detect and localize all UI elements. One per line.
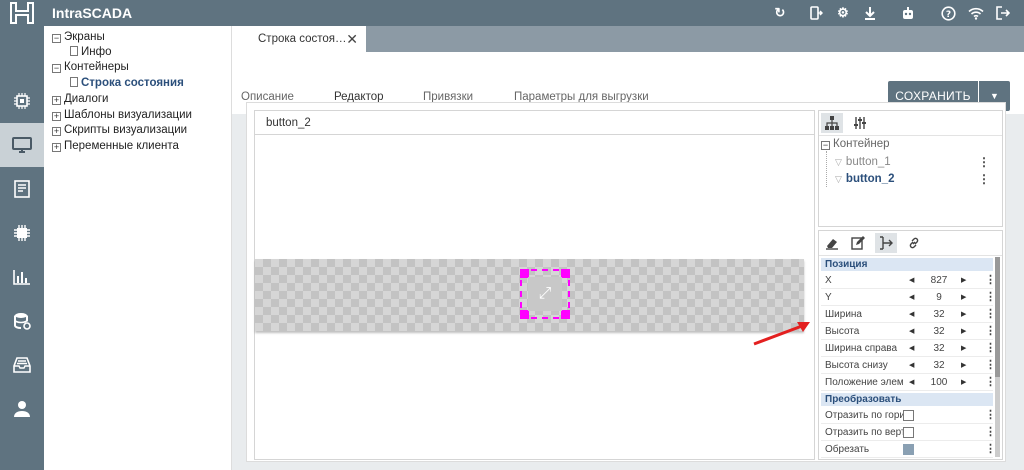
tab-bindings[interactable]: Привязки (423, 91, 473, 103)
save-dropdown-button[interactable]: ▼ (979, 81, 1010, 111)
expand-icon[interactable]: + (52, 143, 61, 152)
svg-text:?: ? (945, 10, 950, 20)
tree-item-templates[interactable]: + Шаблоны визуализации (52, 108, 192, 123)
gear-icon[interactable]: ⚙ (835, 5, 851, 21)
robot-icon[interactable] (900, 5, 916, 21)
download-icon[interactable] (862, 5, 878, 21)
document-tab[interactable]: Строка состоя… ✕ (232, 26, 366, 52)
logout-icon[interactable] (995, 5, 1011, 21)
tree-item-screens[interactable]: − Экраны (52, 30, 105, 45)
expand-icon[interactable]: + (52, 127, 61, 136)
help-icon[interactable]: ? (940, 5, 956, 21)
tree-item-status-bar[interactable]: Строка состояния (70, 76, 184, 91)
expand-icon[interactable]: + (52, 96, 61, 105)
collapse-icon[interactable]: − (52, 64, 61, 73)
close-icon[interactable]: ✕ (346, 31, 358, 48)
collapse-icon[interactable]: − (52, 34, 61, 43)
bar-chart-icon[interactable] (0, 255, 44, 299)
chip-icon[interactable] (0, 79, 44, 123)
active-tab-indicator (321, 112, 391, 114)
tree-item-dialogs[interactable]: + Диалоги (52, 92, 108, 107)
document-icon[interactable] (0, 167, 44, 211)
save-button[interactable]: СОХРАНИТЬ (888, 81, 978, 111)
tab-description[interactable]: Описание (241, 91, 294, 103)
processor-icon[interactable] (0, 211, 44, 255)
refresh-icon[interactable]: ↻ (772, 5, 788, 21)
expand-icon[interactable]: + (52, 112, 61, 121)
app-title: IntraSCADA (52, 5, 133, 21)
document-icon (70, 77, 78, 87)
left-navigation (0, 26, 44, 470)
tree-item-scripts[interactable]: + Скрипты визуализации (52, 123, 187, 138)
mobile-export-icon[interactable] (808, 5, 824, 21)
wifi-icon[interactable] (968, 5, 984, 21)
editor-subtabs: Описание Редактор Привязки Параметры для… (232, 52, 1024, 114)
user-icon[interactable] (0, 387, 44, 431)
tree-item-info[interactable]: Инфо (70, 45, 111, 60)
app-logo (0, 0, 44, 26)
tree-item-containers[interactable]: − Контейнеры (52, 60, 129, 75)
annotation-arrow-icon (753, 322, 810, 346)
monitor-icon[interactable] (0, 123, 44, 167)
document-tab-label: Строка состоя… (258, 33, 347, 45)
document-tab-strip: Строка состоя… ✕ (232, 26, 1024, 52)
chevron-down-icon: ▼ (990, 91, 999, 101)
inbox-tray-icon[interactable] (0, 343, 44, 387)
project-tree: − Экраны Инфо − Контейнеры Строка состояни… (44, 26, 232, 470)
document-icon (70, 46, 78, 56)
main-area: Строка состоя… ✕ Описание Редактор Привя… (232, 26, 1024, 470)
tab-export-parameters[interactable]: Параметры для выгрузки (514, 91, 649, 103)
tree-item-client-variables[interactable]: + Переменные клиента (52, 139, 179, 154)
database-gear-icon[interactable] (0, 299, 44, 343)
top-bar: IntraSCADA ↻ ⚙ ? (0, 0, 1024, 26)
tab-editor[interactable]: Редактор (334, 91, 384, 103)
